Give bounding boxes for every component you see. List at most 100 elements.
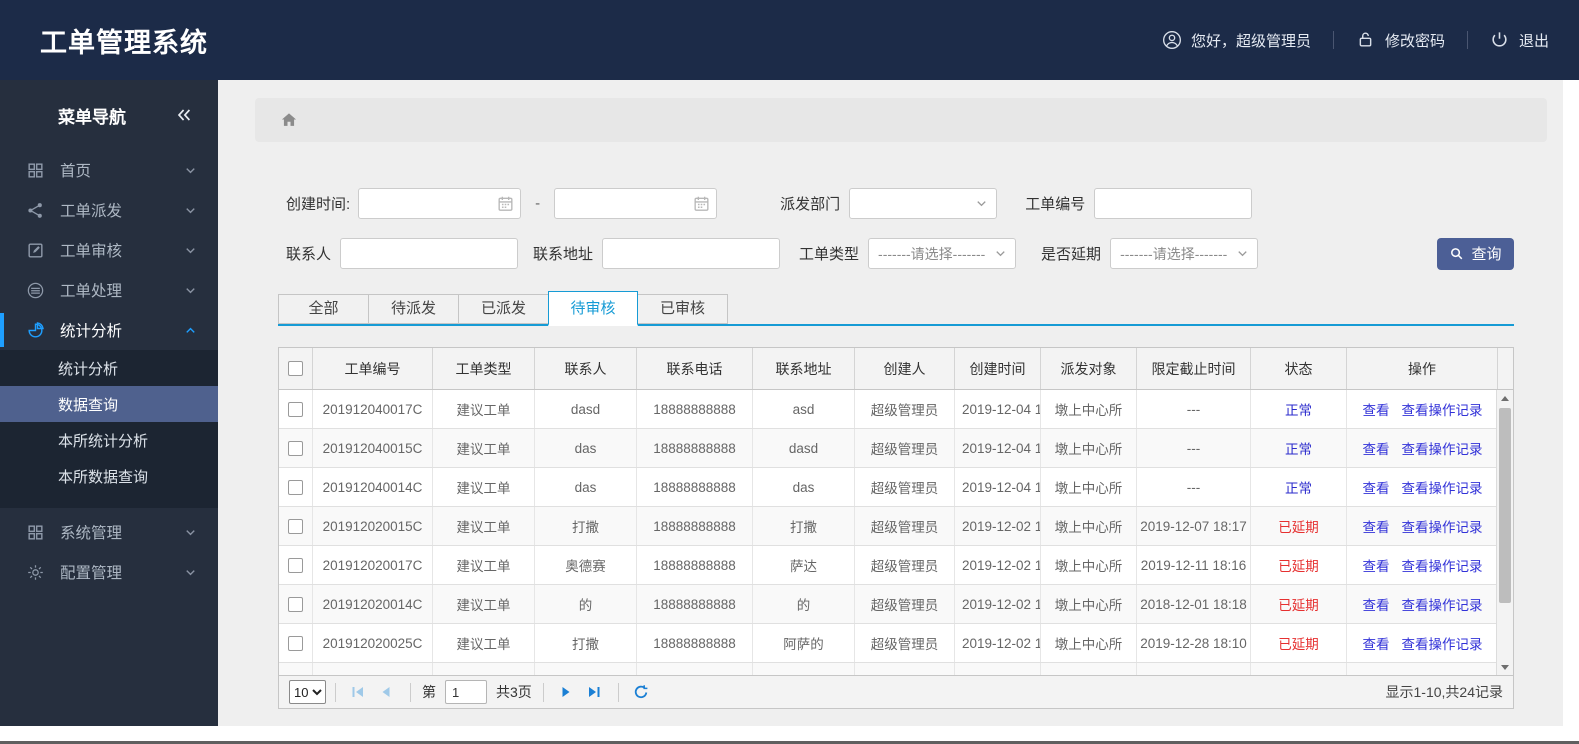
- row-checkbox-cell: [279, 546, 313, 584]
- cell-order_no: 201912040017C: [313, 390, 433, 428]
- row-checkbox[interactable]: [288, 596, 303, 612]
- view-log-link[interactable]: 查看操作记录: [1402, 477, 1483, 497]
- sidebar-item-工单审核[interactable]: 工单审核: [0, 230, 218, 270]
- sidebar-item-统计分析[interactable]: 统计分析: [0, 310, 218, 350]
- main-area: 创建时间: - 派发部门 工单编号 联系人 联系地址 工单类型 -------请…: [218, 80, 1563, 726]
- delay-label: 是否延期: [1041, 246, 1102, 263]
- view-log-link[interactable]: 查看操作记录: [1402, 594, 1483, 614]
- search-button[interactable]: 查询: [1437, 237, 1514, 270]
- next-page-button[interactable]: [558, 684, 576, 700]
- sidebar-item-配置管理[interactable]: 配置管理: [0, 552, 218, 592]
- sidebar-subitem-数据查询[interactable]: 数据查询: [0, 386, 218, 422]
- date-range-separator: -: [535, 195, 541, 212]
- last-page-button[interactable]: [586, 684, 604, 700]
- row-checkbox[interactable]: [288, 518, 303, 534]
- column-header-工单编号: 工单编号: [313, 348, 433, 389]
- home-icon[interactable]: [279, 110, 299, 130]
- select-all-checkbox[interactable]: [288, 361, 303, 376]
- cell-creator: [855, 663, 955, 675]
- delay-select[interactable]: -------请选择-------: [1110, 238, 1259, 269]
- view-log-link[interactable]: 查看操作记录: [1402, 516, 1483, 536]
- cell-deadline: 2019-12-11 18:16: [1137, 546, 1251, 584]
- cell-status: 正常: [1251, 390, 1347, 428]
- greeting-text: 您好，超级管理员: [1190, 32, 1311, 50]
- tab-待派发[interactable]: 待派发: [368, 294, 458, 324]
- cell-address: 萨达: [753, 546, 855, 584]
- cell-address: das: [753, 468, 855, 506]
- cell-created: 2019-12-04 15: [955, 429, 1041, 467]
- cell-creator: 超级管理员: [855, 390, 955, 428]
- breadcrumb: [255, 98, 1547, 142]
- scrollbar-thumb[interactable]: [1499, 408, 1511, 603]
- page-size-select[interactable]: 10: [289, 680, 326, 704]
- chevron-down-icon: [183, 283, 198, 298]
- collapse-sidebar-icon[interactable]: [174, 105, 194, 125]
- cell-status: 正常: [1251, 429, 1347, 467]
- scroll-down-icon[interactable]: [1497, 659, 1513, 675]
- refresh-icon[interactable]: [633, 684, 651, 700]
- view-log-link[interactable]: 查看操作记录: [1402, 555, 1483, 575]
- cell-deadline: 2019-12-07 18:17: [1137, 507, 1251, 545]
- cell-created: 2019-12-02 17: [955, 624, 1041, 662]
- order-no-input[interactable]: [1094, 188, 1253, 219]
- filter-row-1: 创建时间: - 派发部门 工单编号: [278, 188, 1514, 219]
- view-link[interactable]: 查看: [1363, 555, 1390, 575]
- cell-target: 墩上中心所: [1041, 429, 1137, 467]
- sidebar-subitem-统计分析[interactable]: 统计分析: [0, 350, 218, 386]
- sidebar-item-首页[interactable]: 首页: [0, 150, 218, 190]
- record-count-summary: 显示1-10,共24记录: [1385, 684, 1503, 700]
- cell-order_no: [313, 663, 433, 675]
- tab-待审核[interactable]: 待审核: [548, 291, 638, 326]
- calendar-icon[interactable]: [692, 194, 711, 213]
- change-password-button[interactable]: 修改密码: [1356, 30, 1445, 51]
- first-page-button[interactable]: [350, 684, 368, 700]
- view-link[interactable]: 查看: [1363, 594, 1390, 614]
- order-type-select[interactable]: -------请选择-------: [868, 238, 1017, 269]
- column-header-状态: 状态: [1251, 348, 1347, 389]
- sidebar-subitem-本所数据查询[interactable]: 本所数据查询: [0, 458, 218, 494]
- sidebar-item-系统管理[interactable]: 系统管理: [0, 512, 218, 552]
- page-number-input[interactable]: [445, 680, 487, 704]
- row-checkbox-cell: [279, 429, 313, 467]
- dispatch-dept-select[interactable]: [849, 188, 998, 219]
- user-greeting[interactable]: 您好，超级管理员: [1162, 30, 1311, 51]
- row-checkbox[interactable]: [288, 440, 303, 456]
- scroll-up-icon[interactable]: [1497, 390, 1513, 406]
- user-circle-icon: [1162, 30, 1182, 50]
- view-link[interactable]: 查看: [1363, 516, 1390, 536]
- sidebar-item-工单处理[interactable]: 工单处理: [0, 270, 218, 310]
- view-link[interactable]: 查看: [1363, 399, 1390, 419]
- contact-label: 联系人: [286, 246, 332, 263]
- row-checkbox[interactable]: [288, 557, 303, 573]
- view-link[interactable]: 查看: [1363, 438, 1390, 458]
- sidebar-item-工单派发[interactable]: 工单派发: [0, 190, 218, 230]
- logout-button[interactable]: 退出: [1490, 30, 1549, 51]
- contact-input[interactable]: [340, 238, 519, 269]
- cell-type: 建议工单: [433, 546, 535, 584]
- view-link[interactable]: 查看: [1363, 477, 1390, 497]
- previous-page-button[interactable]: [378, 684, 396, 700]
- view-link[interactable]: 查看: [1363, 633, 1390, 653]
- row-checkbox[interactable]: [288, 635, 303, 651]
- calendar-icon[interactable]: [496, 194, 515, 213]
- header-divider: [1466, 31, 1468, 49]
- sidebar-subitem-本所统计分析[interactable]: 本所统计分析: [0, 422, 218, 458]
- sidebar-menu: 首页 工单派发 工单审核 工单处理 统计分析 统计分析 数据查询 本所统计分析 本所数据查询 系统…: [0, 150, 218, 592]
- tab-已派发[interactable]: 已派发: [458, 294, 548, 324]
- cell-target: 墩上中心所: [1041, 468, 1137, 506]
- tab-已审核[interactable]: 已审核: [638, 294, 728, 324]
- cell-status: 已延期: [1251, 507, 1347, 545]
- search-button-label: 查询: [1471, 246, 1502, 263]
- table-scrollbar[interactable]: [1496, 390, 1513, 675]
- table-row: 201912040014C 建议工单 das 18888888888 das 超级管理员 2…: [279, 468, 1498, 507]
- row-checkbox[interactable]: [288, 401, 303, 417]
- view-log-link[interactable]: 查看操作记录: [1402, 633, 1483, 653]
- cell-target: 墩上中心所: [1041, 546, 1137, 584]
- view-log-link[interactable]: 查看操作记录: [1402, 438, 1483, 458]
- header-actions: 您好，超级管理员 修改密码 退出: [1162, 30, 1549, 51]
- row-checkbox[interactable]: [288, 479, 303, 495]
- address-input[interactable]: [602, 238, 781, 269]
- tab-全部[interactable]: 全部: [278, 294, 368, 324]
- view-log-link[interactable]: 查看操作记录: [1402, 399, 1483, 419]
- row-checkbox[interactable]: [288, 674, 303, 675]
